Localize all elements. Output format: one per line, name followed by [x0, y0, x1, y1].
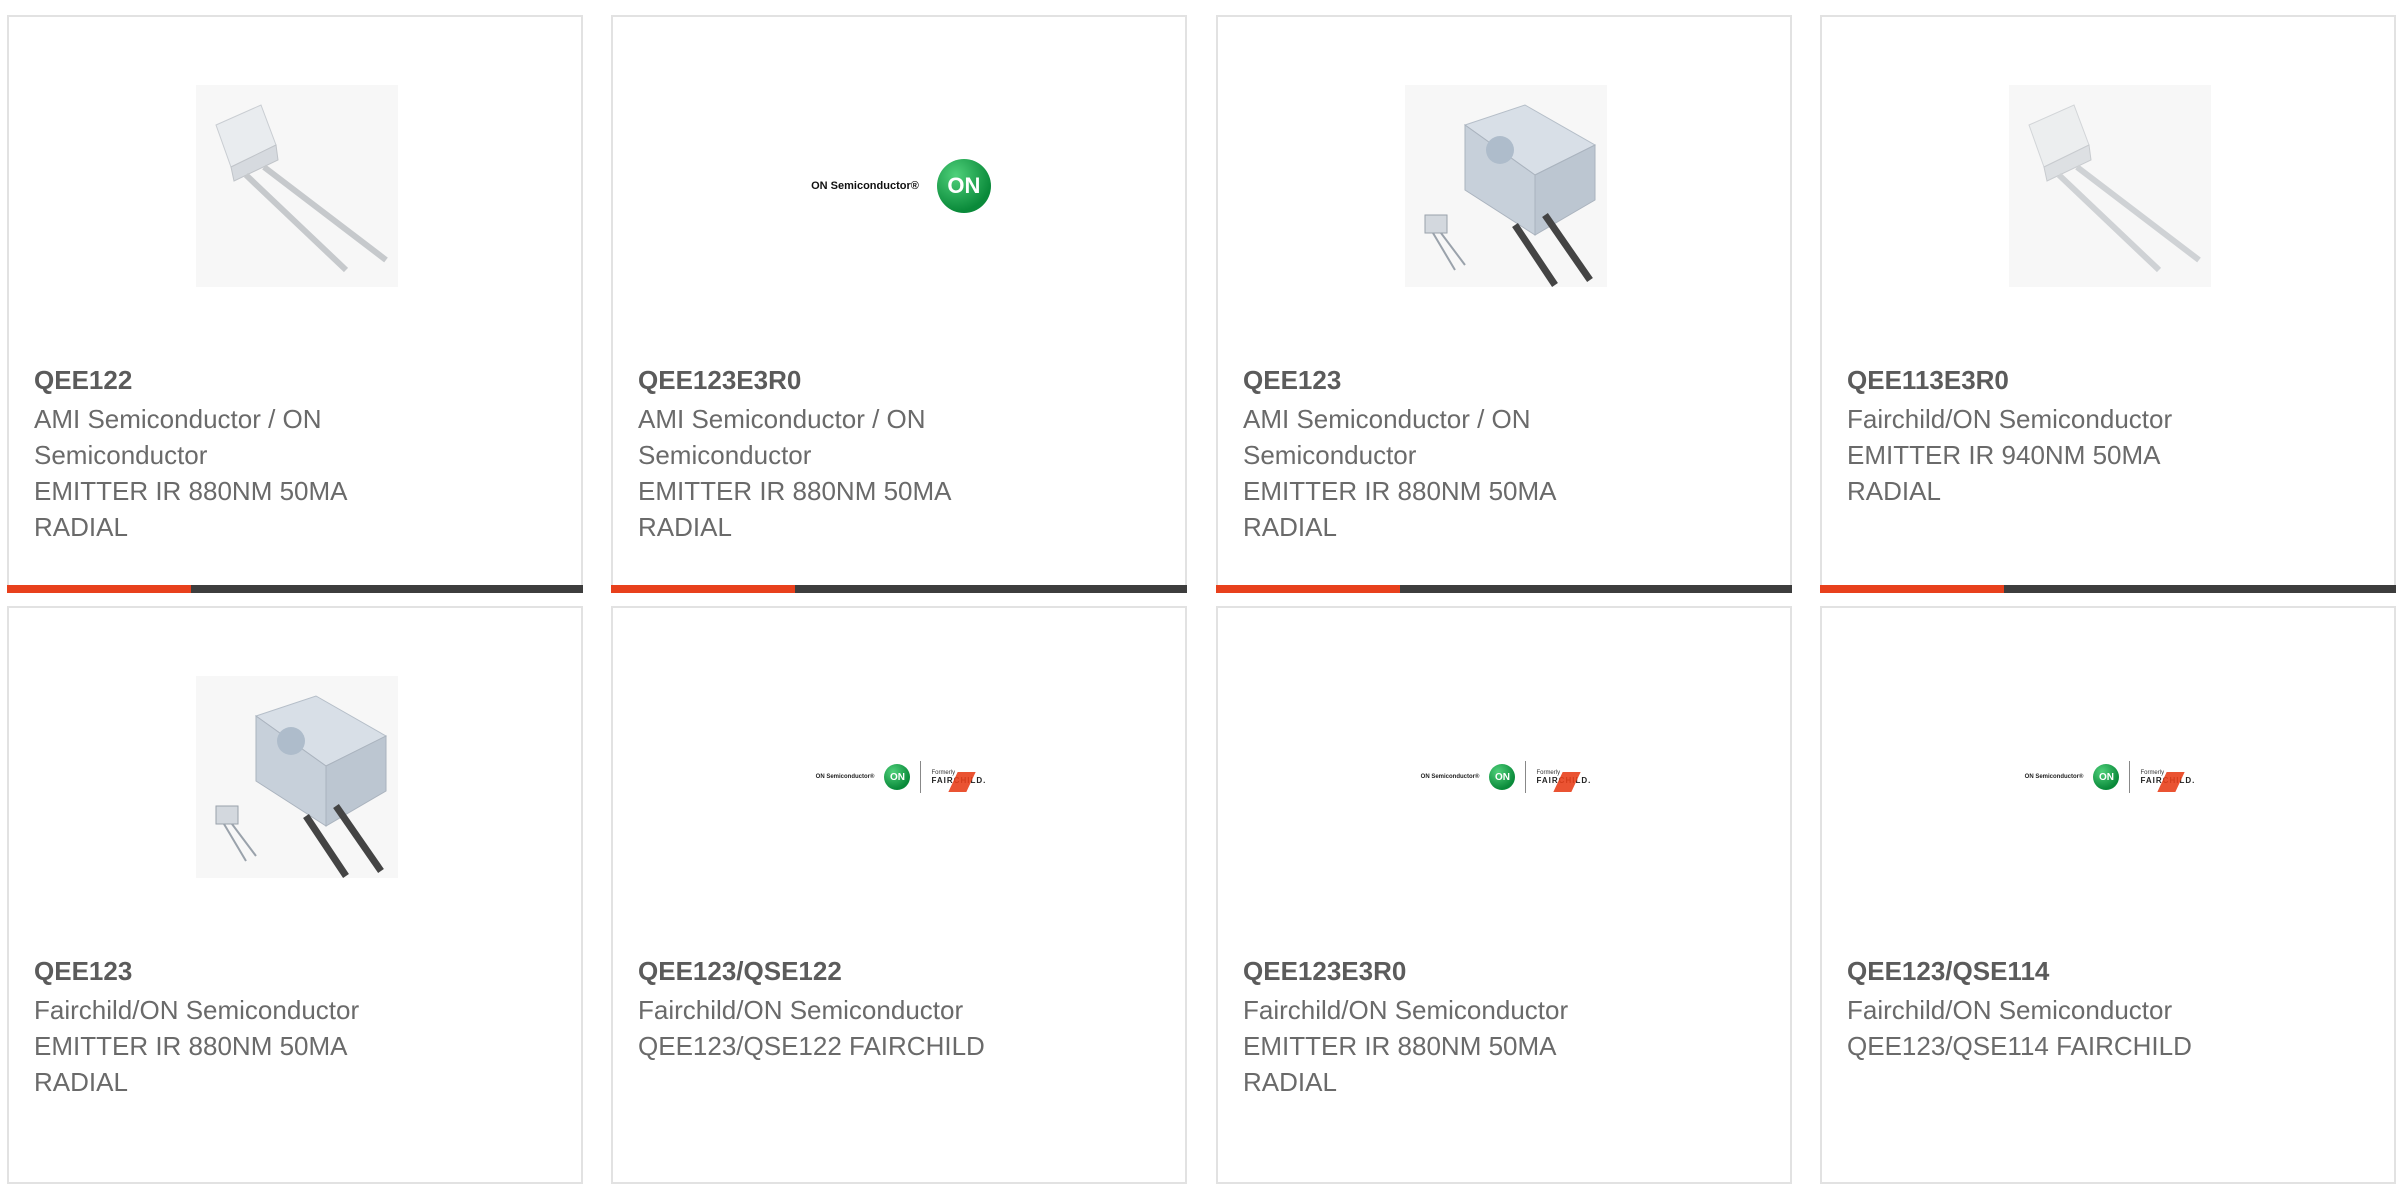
product-image[interactable]: ON Semiconductor® ON: [800, 85, 1002, 287]
fairchild-logo: Formerly FAIRCHILD.: [2140, 770, 2195, 792]
on-logo-badge: ON: [2093, 764, 2120, 790]
ir-emitter-photo: [2009, 85, 2211, 287]
on-logo-badge: ON: [936, 159, 991, 213]
ir-emitter-block-photo: [1405, 85, 1607, 287]
product-description: EMITTER IR 880NM 50MA RADIAL: [1243, 476, 1557, 542]
fairchild-logo: Formerly FAIRCHILD.: [931, 770, 986, 792]
on-fairchild-logo: ON Semiconductor® ON Formerly FAIRCHILD.: [816, 761, 987, 793]
on-semiconductor-logo: ON Semiconductor® ON: [811, 159, 991, 213]
product-mpn[interactable]: QEE123E3R0: [1243, 953, 1763, 989]
product-image[interactable]: [1405, 85, 1607, 287]
card-bottom-bar: [1216, 585, 1792, 593]
ir-emitter-photo: [196, 85, 398, 287]
product-description: EMITTER IR 880NM 50MA RADIAL: [34, 1031, 348, 1097]
card-accent-bar: [1216, 585, 1400, 593]
product-mpn[interactable]: QEE113E3R0: [1847, 362, 2367, 398]
card-accent-bar: [1820, 585, 2004, 593]
on-fairchild-logo: ON Semiconductor® ON Formerly FAIRCHILD.: [1421, 761, 1592, 793]
on-logo-badge: ON: [1489, 764, 1516, 790]
logo-text: ON Semiconductor®: [811, 180, 919, 192]
product-image[interactable]: [196, 85, 398, 287]
product-description: QEE123/QSE122 FAIRCHILD: [638, 1031, 985, 1061]
logo-text: ON Semiconductor®: [1420, 774, 1480, 780]
ir-emitter-block-photo: [196, 676, 398, 878]
product-card[interactable]: ON Semiconductor® ON Formerly FAIRCHILD.…: [1820, 606, 2396, 1184]
product-mpn[interactable]: QEE122: [34, 362, 554, 398]
product-image[interactable]: [2009, 85, 2211, 287]
product-card[interactable]: QEE113E3R0 Fairchild/ON Semiconductor EM…: [1820, 15, 2396, 593]
card-bottom-bar: [7, 585, 583, 593]
logo-divider: [2129, 761, 2131, 793]
card-bottom-bar: [611, 585, 1187, 593]
product-card[interactable]: QEE123 AMI Semiconductor / ON Semiconduct…: [1216, 15, 1792, 593]
product-description: EMITTER IR 880NM 50MA RADIAL: [1243, 1031, 1557, 1097]
product-manufacturer: AMI Semiconductor / ON Semiconductor: [34, 404, 322, 470]
product-description: QEE123/QSE114 FAIRCHILD: [1847, 1031, 2192, 1061]
card-bottom-bar: [1820, 585, 2396, 593]
product-manufacturer: AMI Semiconductor / ON Semiconductor: [638, 404, 926, 470]
product-grid: QEE122 AMI Semiconductor / ON Semiconduct…: [0, 0, 2400, 1184]
product-description: EMITTER IR 880NM 50MA RADIAL: [638, 476, 952, 542]
fairchild-logo: Formerly FAIRCHILD.: [1536, 770, 1591, 792]
product-mpn[interactable]: QEE123/QSE114: [1847, 953, 2367, 989]
product-mpn[interactable]: QEE123/QSE122: [638, 953, 1158, 989]
product-manufacturer: Fairchild/ON Semiconductor: [34, 995, 360, 1025]
logo-divider: [920, 761, 922, 793]
on-logo-badge: ON: [884, 764, 911, 790]
logo-divider: [1525, 761, 1527, 793]
product-description: EMITTER IR 880NM 50MA RADIAL: [34, 476, 348, 542]
product-card[interactable]: ON Semiconductor® ON Formerly FAIRCHILD.…: [1216, 606, 1792, 1184]
logo-text: ON Semiconductor®: [2024, 774, 2084, 780]
product-image[interactable]: ON Semiconductor® ON Formerly FAIRCHILD.: [800, 676, 1002, 878]
product-manufacturer: AMI Semiconductor / ON Semiconductor: [1243, 404, 1531, 470]
product-mpn[interactable]: QEE123E3R0: [638, 362, 1158, 398]
product-card[interactable]: QEE122 AMI Semiconductor / ON Semiconduct…: [7, 15, 583, 593]
product-image[interactable]: ON Semiconductor® ON Formerly FAIRCHILD.: [1405, 676, 1607, 878]
product-card[interactable]: ON Semiconductor® ON Formerly FAIRCHILD.…: [611, 606, 1187, 1184]
product-image[interactable]: ON Semiconductor® ON Formerly FAIRCHILD.: [2009, 676, 2211, 878]
card-accent-bar: [611, 585, 795, 593]
product-manufacturer: Fairchild/ON Semiconductor: [1847, 995, 2173, 1025]
card-accent-bar: [7, 585, 191, 593]
product-manufacturer: Fairchild/ON Semiconductor: [1847, 404, 2173, 434]
product-image[interactable]: [196, 676, 398, 878]
on-fairchild-logo: ON Semiconductor® ON Formerly FAIRCHILD.: [2025, 761, 2196, 793]
logo-text: ON Semiconductor®: [815, 774, 875, 780]
product-card[interactable]: QEE123 Fairchild/ON Semiconductor EMITTE…: [7, 606, 583, 1184]
product-mpn[interactable]: QEE123: [34, 953, 554, 989]
product-manufacturer: Fairchild/ON Semiconductor: [1243, 995, 1569, 1025]
product-manufacturer: Fairchild/ON Semiconductor: [638, 995, 964, 1025]
product-description: EMITTER IR 940NM 50MA RADIAL: [1847, 440, 2161, 506]
product-mpn[interactable]: QEE123: [1243, 362, 1763, 398]
product-card[interactable]: ON Semiconductor® ON QEE123E3R0 AMI Semi…: [611, 15, 1187, 593]
